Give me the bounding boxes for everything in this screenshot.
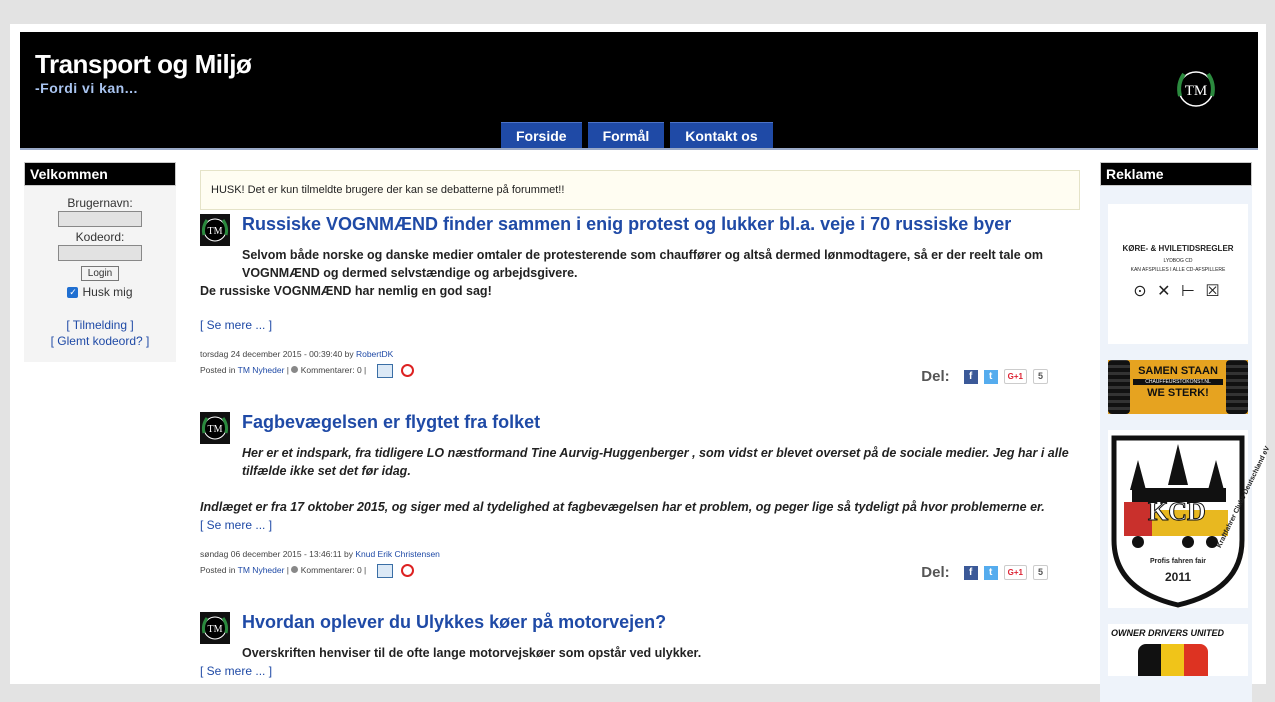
site-title[interactable]: Transport og Miljø	[35, 49, 252, 80]
account-links: [ Tilmelding ] [ Glemt kodeord? ]	[24, 317, 176, 349]
facebook-icon[interactable]: f	[963, 565, 978, 580]
nav-forside[interactable]: Forside	[501, 122, 582, 149]
read-more-link[interactable]: [ Se mere ... ]	[200, 518, 1080, 532]
share-bar: Del: f t G+1 5	[921, 368, 1048, 385]
ad3-line: Profis fahren fair	[1149, 558, 1206, 565]
left-sidebar: Velkommen Brugernavn: Kodeord: Login ✓ H…	[24, 162, 176, 362]
ad-owner-drivers[interactable]: OWNER DRIVERS UNITED	[1108, 624, 1248, 676]
article: TM Hvordan oplever du Ulykkes køer på mo…	[200, 612, 1080, 678]
article-paragraph: Indlæget er fra 17 oktober 2015, og sige…	[200, 500, 1045, 514]
article: TM Fagbevægelsen er flygtet fra folket H…	[200, 412, 1080, 581]
article-paragraph: Her er et indspark, fra tidligere LO næs…	[242, 446, 1069, 478]
main-content: HUSK! Det er kun tilmeldte brugere der k…	[200, 170, 1080, 678]
ad-samen-staan[interactable]: SAMEN STAAN CHAUFFEURSTOKONST.NL WE STER…	[1108, 360, 1248, 414]
article-body: Her er et indspark, fra tidligere LO næs…	[200, 444, 1080, 516]
share-label: Del:	[921, 368, 950, 385]
ad1-title: KØRE- & HVILETIDSREGLER	[1122, 244, 1234, 253]
ad-hviletidsregler[interactable]: KØRE- & HVILETIDSREGLER LYDBOG CD KAN AF…	[1108, 204, 1248, 344]
article-title[interactable]: Fagbevægelsen er flygtet fra folket	[242, 412, 1080, 436]
password-label: Kodeord:	[75, 230, 125, 244]
share-bar: Del: f t G+1 5	[921, 564, 1048, 581]
site-header: Transport og Miljø -Fordi vi kan... TM F…	[20, 32, 1258, 149]
svg-text:TM: TM	[208, 424, 223, 435]
google-plus-icon[interactable]: G+1	[1003, 369, 1027, 384]
article-date: torsdag 24 december 2015 - 00:39:40 by	[200, 349, 354, 359]
category-link[interactable]: TM Nyheder	[238, 365, 285, 375]
svg-text:TM: TM	[1185, 83, 1208, 99]
forgot-password-link[interactable]: [ Glemt kodeord? ]	[24, 333, 176, 349]
remember-row: ✓ Husk mig	[24, 285, 176, 299]
remember-label: Husk mig	[82, 285, 133, 299]
category-link[interactable]: TM Nyheder	[238, 565, 285, 575]
svg-text:TM: TM	[208, 624, 223, 635]
article-date: søndag 06 december 2015 - 13:46:11 by	[200, 549, 353, 559]
ad1-symbols: ⊙ ✕ ⊢ ☒	[1133, 283, 1223, 300]
right-sidebar: Reklame KØRE- & HVILETIDSREGLER LYDBOG C…	[1100, 162, 1271, 702]
article-paragraph: De russiske VOGNMÆND har nemlig en god s…	[200, 284, 492, 298]
site-slogan: -Fordi vi kan...	[35, 80, 138, 96]
tm-article-icon: TM	[200, 412, 230, 444]
ad-kcd[interactable]: KCD Profis fahren fair 2011 Kraftfahrer …	[1108, 430, 1271, 608]
username-input[interactable]	[58, 211, 142, 227]
article-body: Selvom både norske og danske medier omta…	[200, 246, 1080, 300]
share-count: 5	[1032, 565, 1048, 580]
tm-article-icon: TM	[200, 612, 230, 644]
tm-article-icon: TM	[200, 214, 230, 246]
login-box-title: Velkommen	[24, 162, 176, 186]
forum-notice: HUSK! Det er kun tilmeldte brugere der k…	[200, 170, 1080, 210]
nav-kontakt[interactable]: Kontakt os	[670, 122, 773, 149]
print-icon[interactable]	[376, 563, 393, 578]
username-label: Brugernavn:	[67, 196, 133, 210]
ad2-site: CHAUFFEURSTOKONST.NL	[1133, 379, 1223, 385]
article-paragraph: Selvom både norske og danske medier omta…	[242, 248, 1043, 280]
login-form: Brugernavn: Kodeord: Login ✓ Husk mig [ …	[24, 186, 176, 349]
register-link[interactable]: [ Tilmelding ]	[24, 317, 176, 333]
pdf-icon[interactable]	[401, 364, 415, 378]
posted-label: Posted in	[200, 365, 236, 375]
password-input[interactable]	[58, 245, 142, 261]
comment-icon	[291, 366, 299, 373]
article-title[interactable]: Hvordan oplever du Ulykkes køer på motor…	[242, 612, 1080, 636]
ad1-sub2: KAN AFSPILLES I ALLE CD-AFSPILLERE	[1130, 267, 1226, 273]
comments-count[interactable]: Kommentarer: 0 |	[301, 565, 367, 575]
ads-box-title: Reklame	[1100, 162, 1252, 186]
article: TM Russiske VOGNMÆND finder sammen i eni…	[200, 214, 1080, 385]
google-plus-icon[interactable]: G+1	[1003, 565, 1027, 580]
ad1-sub1: LYDBOG CD	[1163, 258, 1193, 264]
ad3-year: 2011	[1164, 570, 1192, 584]
comments-count[interactable]: Kommentarer: 0 |	[301, 365, 367, 375]
header-divider	[20, 148, 1258, 150]
svg-text:TM: TM	[208, 226, 223, 237]
author-link[interactable]: Knud Erik Christensen	[355, 549, 440, 559]
ad3-letters: KCD	[1148, 497, 1207, 527]
facebook-icon[interactable]: f	[963, 369, 978, 384]
posted-label: Posted in	[200, 565, 236, 575]
share-count: 5	[1032, 369, 1048, 384]
login-button[interactable]: Login	[80, 266, 120, 281]
twitter-icon[interactable]: t	[983, 565, 998, 580]
author-link[interactable]: RobertDK	[356, 349, 393, 359]
remember-checkbox[interactable]: ✓	[67, 286, 79, 298]
pdf-icon[interactable]	[401, 564, 415, 578]
main-nav: Forside Formål Kontakt os	[501, 122, 779, 149]
nav-formaal[interactable]: Formål	[587, 122, 665, 149]
tm-logo-icon[interactable]: TM	[1174, 66, 1218, 112]
ad4-title: OWNER DRIVERS UNITED	[1111, 628, 1225, 638]
article-title[interactable]: Russiske VOGNMÆND finder sammen i enig p…	[242, 214, 1080, 238]
share-label: Del:	[921, 564, 950, 581]
twitter-icon[interactable]: t	[983, 369, 998, 384]
article-paragraph: Overskriften henviser til de ofte lange …	[242, 646, 702, 660]
read-more-link[interactable]: [ Se mere ... ]	[200, 664, 1080, 678]
comment-icon	[291, 566, 299, 573]
read-more-link[interactable]: [ Se mere ... ]	[200, 318, 1080, 332]
print-icon[interactable]	[376, 363, 393, 378]
article-body: Overskriften henviser til de ofte lange …	[200, 644, 1080, 662]
